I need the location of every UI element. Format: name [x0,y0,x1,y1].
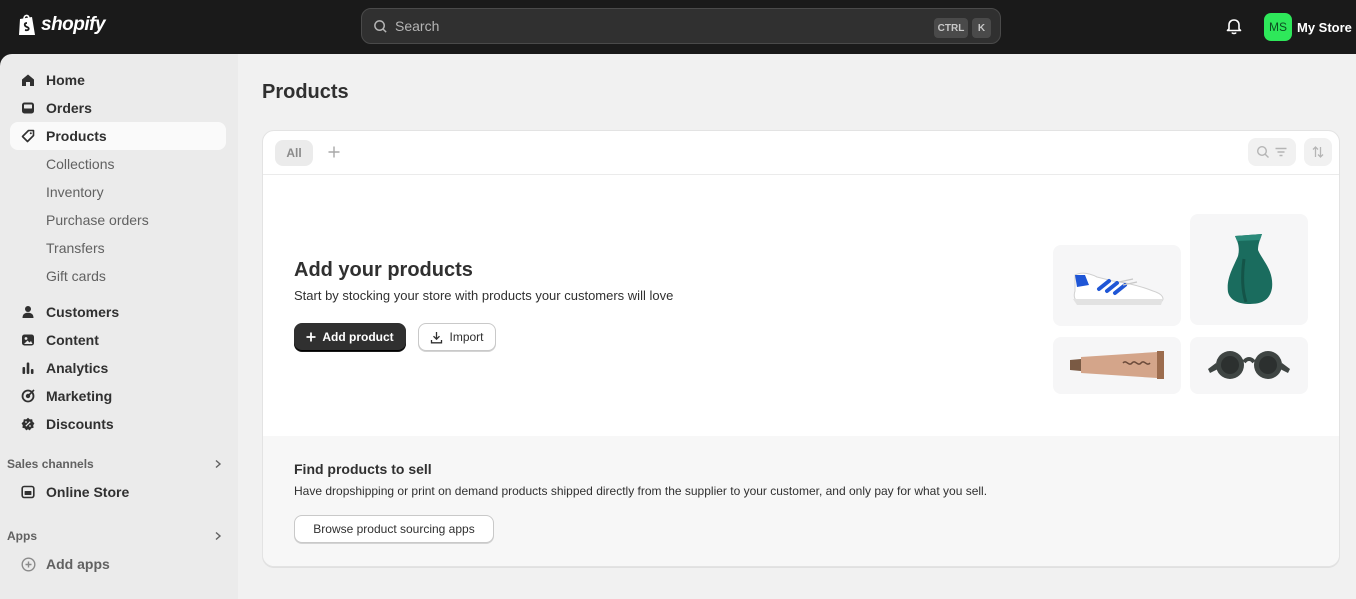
home-icon [20,72,36,88]
main-content: Products All Add your products Start by … [238,54,1356,599]
vase-illustration [1190,214,1308,325]
inbox-icon [20,100,36,116]
sidebar-item-discounts[interactable]: Discounts [10,410,226,438]
sidebar-item-add-apps[interactable]: Add apps [10,550,226,578]
content-icon [20,332,36,348]
page-title: Products [262,81,349,103]
products-card: All Add your products Start by stocking … [262,130,1340,567]
sidebar-item-label: Analytics [46,360,109,376]
store-avatar: MS [1264,13,1292,41]
sidebar-item-label: Purchase orders [46,212,149,228]
import-button[interactable]: Import [418,323,496,351]
chevron-right-icon [215,531,222,541]
chevron-right-icon [215,459,222,469]
sidebar-item-inventory[interactable]: Inventory [10,178,226,206]
tube-illustration [1053,337,1181,394]
sourcing-subtitle: Have dropshipping or print on demand pro… [294,484,988,498]
search-icon [374,19,387,33]
search-bar[interactable]: Search CTRL K [361,8,1001,44]
search-filter-button[interactable] [1248,138,1296,166]
sidebar-item-label: Inventory [46,184,104,200]
sourcing-title: Find products to sell [294,461,432,477]
top-bar: shopify Search CTRL K MS My Store [0,0,1356,54]
filter-icon [1275,147,1287,157]
sidebar-item-gift-cards[interactable]: Gift cards [10,262,226,290]
add-product-label: Add product [322,330,394,344]
person-icon [20,304,36,320]
sidebar-item-label: Add apps [46,556,110,572]
sunglasses-illustration [1190,337,1308,394]
sidebar-item-label: Discounts [46,416,114,432]
plus-icon [306,332,316,342]
sidebar-item-label: Transfers [46,240,105,256]
shortcut-ctrl-key: CTRL [934,18,968,38]
sidebar-item-online-store[interactable]: Online Store [10,478,226,506]
sidebar-item-content[interactable]: Content [10,326,226,354]
apps-header[interactable]: Apps [7,526,223,546]
sort-icon [1312,146,1324,158]
sidebar-item-products[interactable]: Products [10,122,226,150]
view-tabs: All [263,131,1339,175]
sneaker-illustration [1053,245,1181,326]
sidebar-item-collections[interactable]: Collections [10,150,226,178]
tab-all[interactable]: All [275,140,313,166]
add-view-icon[interactable] [325,143,343,161]
search-placeholder: Search [395,18,440,34]
search-icon [1256,145,1269,158]
sidebar-item-analytics[interactable]: Analytics [10,354,226,382]
import-label: Import [449,330,484,344]
tag-icon [20,128,36,144]
add-product-button[interactable]: Add product [294,323,406,351]
sidebar-item-marketing[interactable]: Marketing [10,382,226,410]
sidebar-item-label: Gift cards [46,268,106,284]
sidebar-item-label: Content [46,332,99,348]
sidebar-item-label: Home [46,72,85,88]
sidebar-item-home[interactable]: Home [10,66,226,94]
sales-channels-label: Sales channels [7,457,94,471]
sidebar-item-customers[interactable]: Customers [10,298,226,326]
apps-label: Apps [7,529,37,543]
sort-button[interactable] [1304,138,1332,166]
sidebar: Home Orders Products Collections Invento… [0,54,238,599]
shortcut-k-key: K [972,18,991,38]
download-icon [431,331,443,343]
empty-state-subtitle: Start by stocking your store with produc… [294,288,674,303]
sidebar-item-transfers[interactable]: Transfers [10,234,226,262]
shopping-bag-icon [19,14,35,35]
browse-sourcing-apps-button[interactable]: Browse product sourcing apps [294,515,494,543]
bell-icon[interactable] [1224,16,1244,36]
store-name: My Store [1297,19,1352,35]
sidebar-item-label: Online Store [46,484,130,500]
sidebar-item-purchase-orders[interactable]: Purchase orders [10,206,226,234]
sidebar-item-orders[interactable]: Orders [10,94,226,122]
sidebar-item-label: Products [46,128,107,144]
store-menu[interactable]: MS My Store [1264,13,1352,41]
product-sourcing-section: Find products to sell Have dropshipping … [263,436,1339,566]
discount-icon [20,416,36,432]
sidebar-item-label: Orders [46,100,92,116]
sales-channels-header[interactable]: Sales channels [7,454,223,474]
brand-name: shopify [41,14,106,35]
storefront-icon [20,484,36,500]
empty-state-title: Add your products [294,259,473,281]
shopify-logo[interactable]: shopify [17,13,106,37]
sidebar-item-label: Customers [46,304,120,320]
sidebar-item-label: Marketing [46,388,113,404]
target-icon [20,388,36,404]
bar-chart-icon [20,360,36,376]
sidebar-item-label: Collections [46,156,115,172]
add-circle-icon [20,556,36,572]
